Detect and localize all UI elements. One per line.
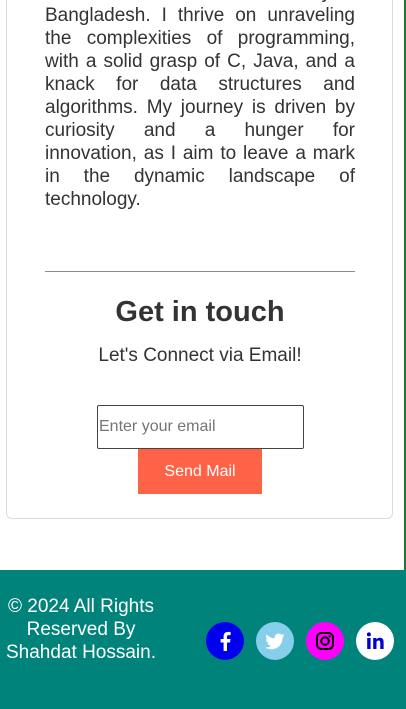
contact-subtitle: Let's Connect via Email!: [98, 345, 302, 366]
footer: © 2024 All Rights Reserved By Shahdat Ho…: [0, 570, 406, 709]
instagram-icon: [316, 632, 334, 650]
linkedin-link[interactable]: [356, 622, 394, 660]
email-input[interactable]: [97, 405, 304, 449]
about-text: CSE student at Green University of Bangl…: [45, 0, 355, 210]
facebook-link[interactable]: [206, 622, 244, 660]
section-divider: [45, 271, 355, 272]
page: CSE student at Green University of Bangl…: [0, 0, 406, 709]
contact-title: Get in touch: [115, 296, 285, 328]
linkedin-icon: [366, 632, 384, 649]
twitter-icon: [265, 633, 285, 650]
copyright-text: © 2024 All Rights Reserved By Shahdat Ho…: [6, 596, 156, 663]
facebook-icon: [220, 631, 231, 651]
twitter-link[interactable]: [256, 622, 294, 660]
send-mail-button[interactable]: Send Mail: [138, 449, 262, 494]
instagram-link[interactable]: [306, 622, 344, 660]
